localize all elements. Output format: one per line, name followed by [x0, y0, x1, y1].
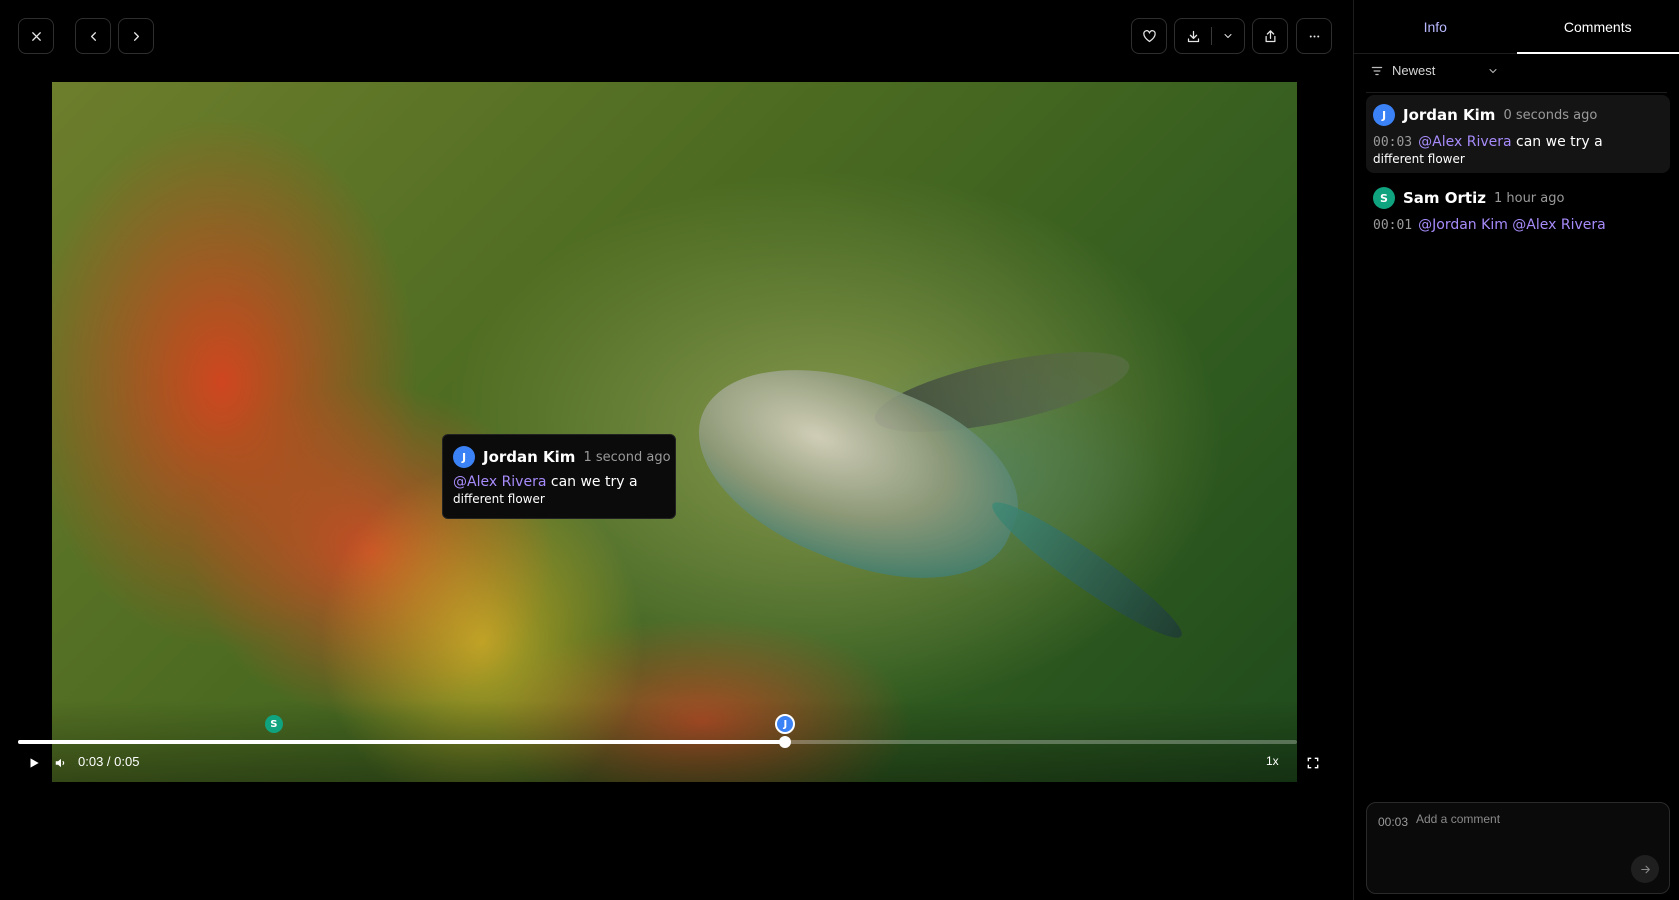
comment-time-ago: 1 hour ago: [1493, 190, 1565, 206]
arrow-right-icon: [1640, 865, 1650, 873]
close-icon: [31, 31, 41, 41]
mention[interactable]: @Alex Rivera: [1418, 134, 1511, 150]
playback-speed-button[interactable]: 1x: [1266, 754, 1279, 768]
heart-icon: [1142, 29, 1156, 42]
volume-button[interactable]: [54, 756, 68, 770]
send-button[interactable]: [1631, 855, 1659, 883]
side-panel: Info Comments Newest J Jordan Kim 0 seco…: [1353, 0, 1679, 900]
next-button[interactable]: [118, 18, 154, 54]
video-frame[interactable]: [52, 82, 1297, 782]
comment-tooltip: J Jordan Kim 1 second ago @Alex Rivera c…: [442, 434, 676, 519]
comment-item[interactable]: S Sam Ortiz 1 hour ago 00:01 @Jordan Kim …: [1366, 178, 1670, 242]
video-content-tail: [982, 489, 1192, 651]
filter-icon: [1371, 66, 1383, 75]
tab-info[interactable]: Info: [1354, 0, 1517, 53]
comment-text-continued: different flower: [1373, 152, 1465, 166]
time-display: 0:03 / 0:05: [78, 754, 139, 769]
mention[interactable]: @Alex Rivera: [453, 474, 546, 490]
fullscreen-icon: [1307, 757, 1319, 769]
play-button[interactable]: [27, 756, 41, 770]
panel-tabs: Info Comments: [1354, 0, 1679, 54]
avatar: J: [453, 446, 475, 468]
comment-item[interactable]: J Jordan Kim 0 seconds ago 00:03 @Alex Ri…: [1366, 95, 1670, 173]
split-divider: [1210, 27, 1212, 45]
chevron-down-icon[interactable]: [1222, 30, 1234, 42]
tab-comments[interactable]: Comments: [1516, 0, 1679, 54]
previous-button[interactable]: [75, 18, 111, 54]
composer-timestamp[interactable]: 00:03: [1378, 815, 1408, 829]
comment-author: Jordan Kim: [1403, 106, 1496, 124]
comment-body: 00:01 @Jordan Kim @Alex Rivera: [1373, 217, 1663, 233]
comment-timestamp[interactable]: 00:01: [1373, 218, 1412, 233]
current-time: 0:03: [78, 754, 104, 769]
comment-composer: 00:03: [1366, 802, 1670, 894]
share-icon: [1265, 29, 1275, 42]
more-button[interactable]: [1296, 18, 1332, 54]
avatar: J: [1373, 104, 1395, 126]
mention[interactable]: @Jordan Kim @Alex Rivera: [1418, 217, 1606, 233]
comment-text: can we try a: [1511, 134, 1603, 150]
share-button[interactable]: [1252, 18, 1288, 54]
close-button[interactable]: [18, 18, 54, 54]
duration: 0:05: [114, 754, 140, 769]
progress-bar[interactable]: [18, 736, 1297, 748]
chevron-down-icon: [1489, 68, 1497, 73]
more-icon: [1309, 35, 1319, 37]
divider: [1366, 92, 1667, 93]
favorite-button[interactable]: [1131, 18, 1167, 54]
time-separator: /: [103, 754, 115, 769]
comment-timestamp[interactable]: 00:03: [1373, 135, 1412, 150]
fullscreen-button[interactable]: [1306, 756, 1320, 770]
comment-marker[interactable]: S: [264, 715, 283, 733]
sort-dropdown[interactable]: Newest: [1370, 63, 1499, 78]
download-icon[interactable]: [1186, 29, 1201, 44]
avatar: S: [1373, 187, 1395, 209]
comment-time-ago: 1 second ago: [583, 449, 671, 465]
chevron-right-icon: [133, 31, 139, 41]
comment-author: Sam Ortiz: [1403, 189, 1486, 207]
volume-icon: [55, 758, 65, 768]
sort-label: Newest: [1392, 63, 1436, 78]
progress-fill: [18, 740, 786, 744]
comment-time-ago: 0 seconds ago: [1503, 107, 1598, 123]
download-split-button[interactable]: [1174, 18, 1245, 54]
comment-text: can we try a: [546, 474, 638, 490]
comment-body: 00:03 @Alex Rivera can we try a: [1373, 134, 1663, 150]
comment-author: Jordan Kim: [483, 448, 576, 466]
play-icon: [30, 758, 39, 768]
chevron-left-icon: [90, 31, 96, 41]
comment-input[interactable]: [1416, 812, 1646, 826]
comment-text-continued: different flower: [453, 492, 545, 506]
comment-body: @Alex Rivera can we try a: [453, 474, 665, 490]
